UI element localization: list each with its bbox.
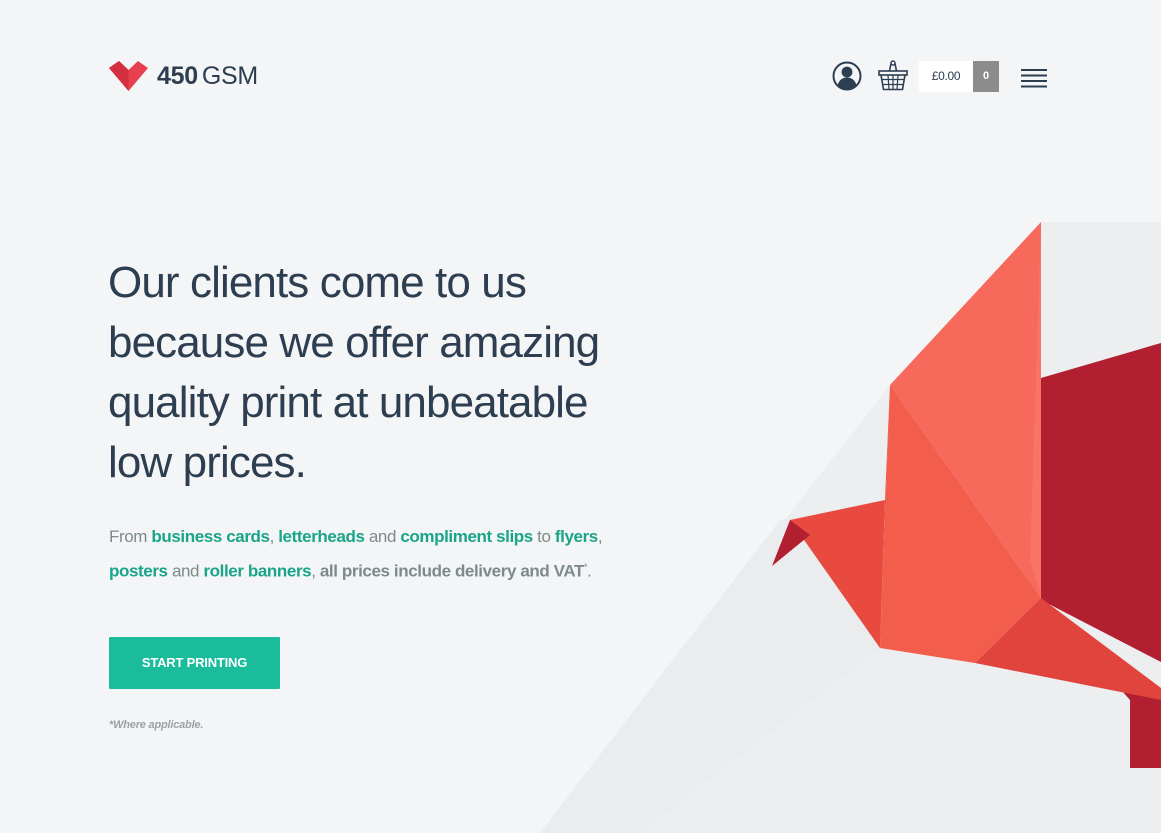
bird-head xyxy=(790,500,885,648)
origami-bird-illustration xyxy=(772,222,1161,768)
